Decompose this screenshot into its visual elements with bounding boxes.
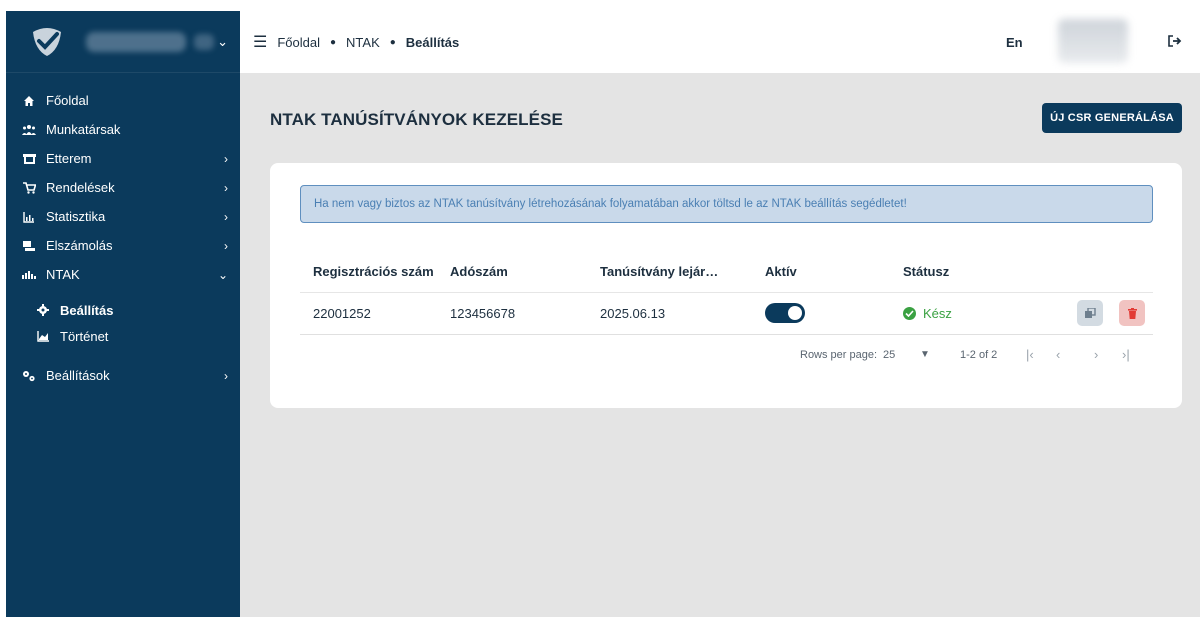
sidebar-item-label: Történet: [60, 328, 109, 344]
chevron-right-icon: ›: [224, 238, 228, 253]
chevron-right-icon: ›: [224, 180, 228, 195]
settings-icon: [22, 369, 36, 383]
active-toggle[interactable]: [765, 303, 805, 323]
topbar: ☰ Főoldal ● NTAK ● Beállítás En: [240, 11, 1200, 73]
copy-button[interactable]: [1077, 300, 1104, 326]
sidebar-item-label: NTAK: [46, 267, 80, 282]
sidebar-item-label: Statisztika: [46, 209, 106, 224]
sidebar-item-beallitasok[interactable]: Beállítások ›: [6, 361, 240, 390]
sidebar-item-beallitas[interactable]: Beállítás: [6, 297, 240, 323]
info-banner[interactable]: Ha nem vagy biztos az NTAK tanúsítvány l…: [300, 185, 1153, 223]
chevron-down-icon[interactable]: ⌄: [217, 34, 228, 50]
sidebar-item-munkatarsak[interactable]: Munkatársak: [6, 115, 240, 144]
status-badge: Kész: [903, 306, 952, 321]
column-header-actions: [1043, 251, 1153, 293]
user-profile-redacted[interactable]: [1058, 19, 1128, 63]
sidebar-item-fooldal[interactable]: Főoldal: [6, 86, 240, 115]
chart-icon: [22, 210, 36, 224]
page-title: NTAK TANÚSÍTVÁNYOK KEZELÉSE: [270, 110, 563, 129]
users-icon: [22, 123, 36, 137]
table-header-row: Regisztrációs szám Adószám Tanúsítvány l…: [300, 251, 1153, 293]
chevron-right-icon: ›: [224, 209, 228, 224]
sidebar-item-etterem[interactable]: Etterem ›: [6, 144, 240, 173]
column-header-tax-number[interactable]: Adószám: [450, 251, 600, 293]
sidebar-item-label: Főoldal: [46, 93, 89, 108]
check-circle-icon: [903, 307, 916, 320]
breadcrumb-separator: ●: [329, 36, 337, 48]
sidebar-item-label: Elszámolás: [46, 238, 113, 253]
organization-name-redacted: [86, 31, 186, 52]
cell-reg-number: 22001252: [300, 292, 450, 335]
trash-icon: [1127, 307, 1137, 319]
new-csr-button[interactable]: ÚJ CSR GENERÁLÁSA: [1042, 103, 1182, 133]
previous-page-icon[interactable]: ‹: [1056, 347, 1060, 362]
sidebar-item-rendelesek[interactable]: Rendelések ›: [6, 173, 240, 202]
line-chart-icon: [36, 329, 50, 343]
column-header-active[interactable]: Aktív: [765, 251, 903, 293]
table-row: 22001252 123456678 2025.06.13 Kész: [300, 292, 1153, 335]
table-pagination: Rows per page: 25 ▼ 1-2 of 2 |‹ ‹ › ›|: [270, 347, 1182, 367]
certificates-card: Ha nem vagy biztos az NTAK tanúsítvány l…: [270, 163, 1182, 408]
cell-status: Kész: [903, 292, 1043, 335]
next-page-icon[interactable]: ›: [1094, 347, 1098, 362]
main-content: NTAK TANÚSÍTVÁNYOK KEZELÉSE ÚJ CSR GENER…: [240, 73, 1200, 617]
sidebar-item-ntak[interactable]: NTAK ⌄: [6, 260, 240, 289]
delete-button[interactable]: [1119, 300, 1145, 326]
pagination-range: 1-2 of 2: [960, 349, 998, 361]
cell-active: [765, 292, 903, 335]
ntak-submenu: Beállítás Történet: [6, 289, 240, 361]
breadcrumb-fooldal[interactable]: Főoldal: [277, 35, 320, 50]
cell-tax-number: 123456678: [450, 292, 600, 335]
sidebar: ⌄ Főoldal Munkatársak Etterem › Rendelés…: [6, 11, 240, 617]
rows-per-page-label: Rows per page:: [800, 349, 878, 361]
first-page-icon[interactable]: |‹: [1026, 347, 1034, 362]
copy-icon: [1084, 307, 1096, 318]
column-header-reg-number[interactable]: Regisztrációs szám: [300, 251, 450, 293]
breadcrumb-separator: ●: [389, 36, 396, 48]
certificates-table: Regisztrációs szám Adószám Tanúsítvány l…: [300, 251, 1153, 335]
sidebar-item-tortenet[interactable]: Történet: [6, 323, 240, 349]
organization-extra-redacted: [194, 33, 214, 50]
cart-icon: [22, 181, 36, 195]
sidebar-item-label: Beállítások: [46, 368, 110, 383]
rows-per-page-select[interactable]: 25: [883, 349, 895, 361]
language-switch[interactable]: En: [1006, 35, 1023, 50]
ntak-icon: [22, 268, 36, 282]
chevron-right-icon: ›: [224, 368, 228, 383]
gear-icon: [36, 303, 50, 317]
breadcrumb-ntak[interactable]: NTAK: [346, 35, 380, 50]
chevron-down-icon: ⌄: [217, 267, 228, 282]
sidebar-menu: Főoldal Munkatársak Etterem › Rendelések…: [6, 73, 240, 390]
chevron-right-icon: ›: [224, 151, 228, 166]
toggle-knob: [788, 306, 802, 320]
logo: [28, 23, 66, 61]
sidebar-item-elszamolas[interactable]: Elszámolás ›: [6, 231, 240, 260]
sidebar-item-statisztika[interactable]: Statisztika ›: [6, 202, 240, 231]
sidebar-header: ⌄: [6, 11, 240, 73]
column-header-expiry[interactable]: Tanúsítvány lejár…: [600, 251, 765, 293]
last-page-icon[interactable]: ›|: [1122, 347, 1130, 362]
breadcrumb-current: Beállítás: [405, 34, 460, 50]
sidebar-item-label: Beállítás: [60, 302, 114, 318]
status-text: Kész: [923, 306, 952, 321]
logout-icon[interactable]: [1168, 34, 1182, 50]
column-header-status[interactable]: Státusz: [903, 251, 1043, 293]
store-icon: [22, 152, 36, 166]
cell-actions: [1043, 292, 1153, 335]
sidebar-item-label: Munkatársak: [46, 122, 121, 137]
caret-down-icon[interactable]: ▼: [920, 349, 930, 360]
sidebar-item-label: Rendelések: [46, 180, 115, 195]
home-icon: [22, 94, 36, 108]
sidebar-item-label: Etterem: [46, 151, 92, 166]
cell-expiry: 2025.06.13: [600, 292, 765, 335]
register-icon: [22, 239, 36, 253]
menu-icon[interactable]: ☰: [253, 32, 267, 52]
